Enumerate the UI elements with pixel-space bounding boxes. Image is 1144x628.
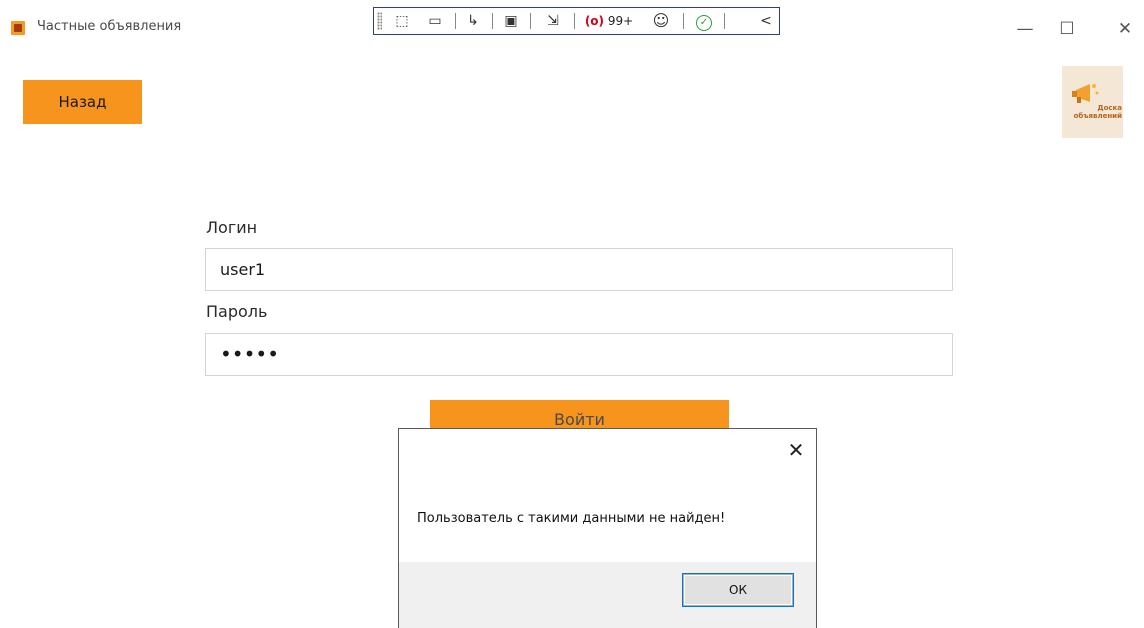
close-window-button[interactable]: ✕ <box>1110 14 1140 44</box>
accessibility-icon[interactable]: ☺ <box>649 11 673 31</box>
password-field[interactable]: ••••• <box>205 333 953 376</box>
camera-icon[interactable]: ▭ <box>422 11 448 31</box>
debug-toolbar: ⬚ ▭ ↳ ▣ ⇲ (o) 99+ ☺ ✓ < <box>373 7 780 35</box>
toolbar-divider <box>574 13 575 29</box>
window-title: Частные объявления <box>37 19 182 34</box>
layout-adorner-icon[interactable]: ▣ <box>498 11 524 31</box>
binding-failures-icon: (o) <box>584 14 605 28</box>
track-focus-icon[interactable]: ⇲ <box>540 11 566 31</box>
collapse-toolbar-icon[interactable]: < <box>758 11 774 31</box>
password-label: Пароль <box>206 302 268 321</box>
check-icon: ✓ <box>696 15 712 31</box>
toolbar-divider <box>724 13 725 29</box>
toolbar-divider <box>492 13 493 29</box>
toolbar-divider <box>683 13 684 29</box>
dialog-footer: ОК <box>399 562 816 628</box>
dialog-close-button[interactable]: ✕ <box>781 435 811 465</box>
ok-button[interactable]: ОК <box>683 574 793 606</box>
logo: Доска объявлений <box>1062 66 1123 138</box>
hot-reload-status[interactable]: ✓ <box>692 11 716 31</box>
dialog-message: Пользователь с такими данными не найден! <box>417 511 726 526</box>
minimize-button[interactable]: — <box>1010 14 1040 44</box>
login-field[interactable]: user1 <box>205 248 953 291</box>
maximize-button[interactable]: ☐ <box>1052 14 1082 44</box>
login-label: Логин <box>206 218 258 237</box>
binding-failures-badge[interactable]: (o) 99+ <box>579 11 639 31</box>
app-icon <box>11 21 25 35</box>
binding-failures-count: 99+ <box>607 14 634 28</box>
message-dialog: ✕ Пользователь с такими данными не найде… <box>398 428 817 628</box>
back-button[interactable]: Назад <box>23 80 142 124</box>
logo-text: Доска объявлений <box>1073 104 1122 120</box>
pointer-icon[interactable]: ↳ <box>460 11 486 31</box>
select-element-icon[interactable]: ⬚ <box>390 11 414 31</box>
drag-grip-icon[interactable] <box>377 12 382 30</box>
toolbar-divider <box>455 13 456 29</box>
toolbar-divider <box>530 13 531 29</box>
megaphone-icon <box>1072 84 1099 103</box>
